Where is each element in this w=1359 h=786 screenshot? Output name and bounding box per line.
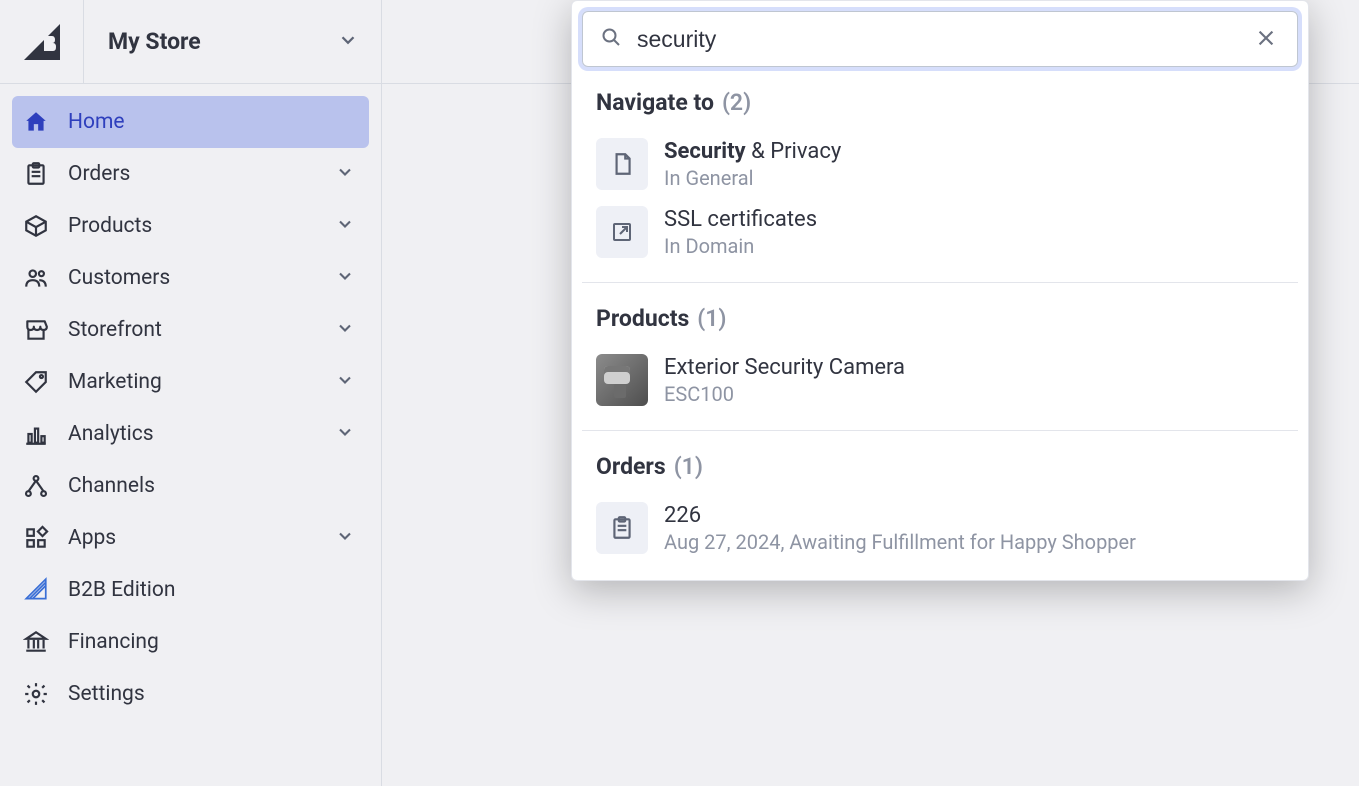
sidebar-item-label: Financing [68, 630, 355, 654]
logo [0, 0, 84, 83]
search-group-products: Products (1) Exterior Security Camera ES… [582, 283, 1298, 431]
page-icon [596, 138, 648, 190]
sidebar-item-marketing[interactable]: Marketing [12, 356, 369, 408]
group-header: Navigate to (2) [596, 89, 1284, 116]
search-result-product-camera[interactable]: Exterior Security Camera ESC100 [596, 346, 1284, 414]
sidebar: Home Orders Products Customers Storefron… [0, 84, 382, 786]
tag-icon [22, 368, 50, 396]
store-selector[interactable]: My Store [84, 0, 382, 83]
product-thumbnail [596, 354, 648, 406]
result-text: Security & Privacy In General [664, 139, 841, 190]
sidebar-item-label: Storefront [68, 318, 335, 342]
sidebar-item-label: Customers [68, 266, 335, 290]
channels-icon [22, 472, 50, 500]
group-title: Orders [596, 453, 666, 480]
chevron-down-icon [335, 422, 355, 446]
sidebar-item-b2b[interactable]: B2B Edition [12, 564, 369, 616]
gear-icon [22, 680, 50, 708]
store-name: My Store [108, 28, 201, 55]
chevron-down-icon [335, 214, 355, 238]
result-subtitle: In General [664, 166, 841, 190]
sidebar-item-label: Orders [68, 162, 335, 186]
sidebar-item-financing[interactable]: Financing [12, 616, 369, 668]
result-text: Exterior Security Camera ESC100 [664, 355, 905, 406]
bar-chart-icon [22, 420, 50, 448]
group-header: Orders (1) [596, 453, 1284, 480]
result-text: SSL certificates In Domain [664, 207, 817, 258]
group-count: (2) [722, 89, 751, 116]
sidebar-item-apps[interactable]: Apps [12, 512, 369, 564]
result-subtitle: ESC100 [664, 382, 905, 406]
chevron-down-icon [335, 370, 355, 394]
sidebar-item-label: Settings [68, 682, 355, 706]
result-title: 226 [664, 503, 1136, 528]
result-title: Security & Privacy [664, 139, 841, 164]
group-header: Products (1) [596, 305, 1284, 332]
group-title: Products [596, 305, 689, 332]
box-icon [22, 212, 50, 240]
sidebar-item-label: Analytics [68, 422, 335, 446]
sidebar-item-label: Home [68, 110, 355, 134]
chevron-down-icon [335, 526, 355, 550]
sidebar-item-customers[interactable]: Customers [12, 252, 369, 304]
search-group-orders: Orders (1) 226 Aug 27, 2024, Awaiting Fu… [582, 431, 1298, 570]
chevron-down-icon [337, 29, 359, 55]
storefront-icon [22, 316, 50, 344]
close-button[interactable] [1251, 23, 1281, 56]
search-input[interactable] [637, 26, 1237, 53]
sidebar-item-label: Products [68, 214, 335, 238]
close-icon [1255, 37, 1277, 52]
group-title: Navigate to [596, 89, 714, 116]
result-subtitle: In Domain [664, 234, 817, 258]
result-subtitle: Aug 27, 2024, Awaiting Fulfillment for H… [664, 530, 1136, 554]
search-result-security-privacy[interactable]: Security & Privacy In General [596, 130, 1284, 198]
apps-icon [22, 524, 50, 552]
sidebar-item-label: Channels [68, 474, 355, 498]
sidebar-item-label: B2B Edition [68, 578, 355, 602]
bank-icon [22, 628, 50, 656]
sidebar-item-analytics[interactable]: Analytics [12, 408, 369, 460]
result-title: Exterior Security Camera [664, 355, 905, 380]
sidebar-item-settings[interactable]: Settings [12, 668, 369, 720]
sidebar-item-label: Apps [68, 526, 335, 550]
sidebar-item-label: Marketing [68, 370, 335, 394]
chevron-down-icon [335, 318, 355, 342]
result-text: 226 Aug 27, 2024, Awaiting Fulfillment f… [664, 503, 1136, 554]
search-box [582, 11, 1298, 67]
search-icon [599, 25, 623, 53]
people-icon [22, 264, 50, 292]
search-panel: Navigate to (2) Security & Privacy In Ge… [571, 0, 1309, 581]
sidebar-item-home[interactable]: Home [12, 96, 369, 148]
sidebar-item-products[interactable]: Products [12, 200, 369, 252]
external-link-icon [596, 206, 648, 258]
chevron-down-icon [335, 162, 355, 186]
home-icon [22, 108, 50, 136]
search-group-navigate: Navigate to (2) Security & Privacy In Ge… [582, 67, 1298, 283]
sidebar-item-orders[interactable]: Orders [12, 148, 369, 200]
search-result-ssl-certificates[interactable]: SSL certificates In Domain [596, 198, 1284, 266]
group-count: (1) [674, 453, 703, 480]
chevron-down-icon [335, 266, 355, 290]
result-title: SSL certificates [664, 207, 817, 232]
sidebar-item-storefront[interactable]: Storefront [12, 304, 369, 356]
sidebar-item-channels[interactable]: Channels [12, 460, 369, 512]
order-icon [596, 502, 648, 554]
clipboard-icon [22, 160, 50, 188]
bigcommerce-logo-icon [22, 22, 62, 62]
b2b-icon [22, 576, 50, 604]
group-count: (1) [697, 305, 726, 332]
search-result-order-226[interactable]: 226 Aug 27, 2024, Awaiting Fulfillment f… [596, 494, 1284, 562]
